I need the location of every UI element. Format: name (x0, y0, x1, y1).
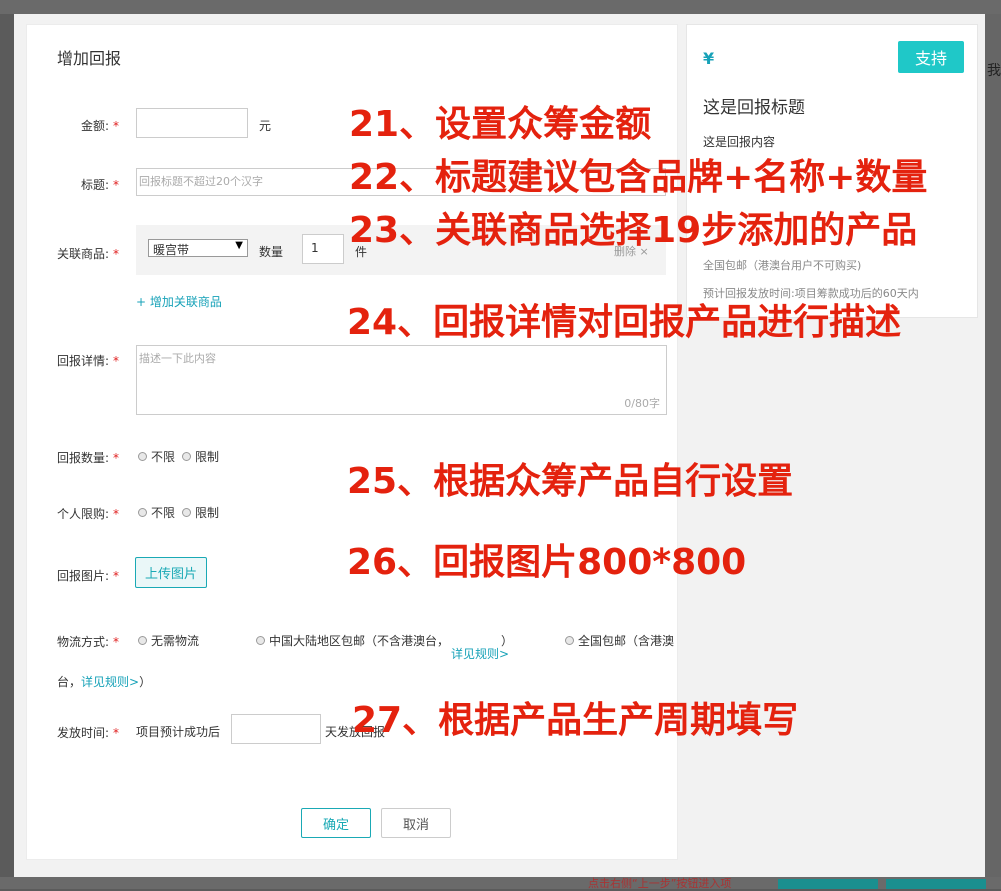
background-prev-button (778, 879, 878, 889)
logistics-nationwide-tail: 台，详见规则>） (57, 675, 152, 689)
logistics-mainland-label: 中国大陆地区包邮（不含港澳台， (269, 634, 450, 648)
logistics-nationwide-radio[interactable] (565, 636, 574, 645)
background-side-text: 我 (987, 63, 1001, 79)
reward-count-options: 不限 限制 (138, 448, 219, 465)
background-next-button (886, 879, 986, 889)
details-label: 回报详情: * (57, 354, 120, 368)
goods-select-value: 暖宫带 (153, 243, 190, 257)
goods-select[interactable]: 暖宫带 ▼ (148, 239, 248, 257)
preview-title: 这是回报标题 (703, 98, 805, 118)
annotation-step-24: 24、回报详情对回报产品进行描述 (347, 302, 902, 343)
annotation-step-22: 22、标题建议包含品牌+名称+数量 (349, 157, 928, 198)
preview-dispatch-time: 预计回报发放时间:项目筹款成功后的60天内 (703, 287, 919, 300)
personal-limit-limited-radio[interactable] (182, 508, 192, 517)
quantity-label: 数量 (259, 245, 284, 259)
logistics-no-shipping-option: 无需物流 (138, 632, 199, 649)
dispatch-days-input[interactable] (231, 714, 321, 744)
reward-count-unlimited-label: 不限 (151, 450, 176, 464)
dispatch-label: 发放时间: * (57, 726, 120, 740)
modal-title: 增加回报 (57, 49, 122, 68)
add-goods-link[interactable]: + 增加关联商品 (136, 293, 222, 310)
details-textarea[interactable]: 描述一下此内容 0/80字 (136, 345, 667, 415)
personal-limit-label: 个人限购: * (57, 507, 120, 521)
personal-limit-unlimited-radio[interactable] (138, 508, 147, 517)
annotation-step-23: 23、关联商品选择19步添加的产品 (349, 210, 918, 251)
logistics-label: 物流方式: * (57, 635, 120, 649)
support-button[interactable]: 支持 (898, 41, 964, 73)
logistics-nationwide-option: 全国包邮（含港澳 (565, 632, 674, 649)
annotation-step-21: 21、设置众筹金额 (349, 104, 652, 145)
preview-content: 这是回报内容 (703, 135, 776, 149)
preview-shipping: 全国包邮（港澳台用户不可购买) (703, 259, 862, 272)
preview-currency: ¥ (703, 49, 715, 68)
image-label: 回报图片: * (57, 569, 120, 583)
cancel-button[interactable]: 取消 (381, 808, 451, 838)
reward-count-unlimited-radio[interactable] (138, 452, 147, 461)
reward-count-label: 回报数量: * (57, 451, 120, 465)
background-right-strip: 我 (985, 14, 1001, 880)
amount-unit: 元 (259, 119, 272, 133)
reward-count-limited-radio[interactable] (182, 452, 192, 461)
logistics-no-shipping-radio[interactable] (138, 636, 147, 645)
annotation-step-25: 25、根据众筹产品自行设置 (347, 461, 794, 502)
background-footer: 点击右侧“上一步”按钮进入项 (0, 877, 1001, 890)
details-placeholder: 描述一下此内容 (139, 352, 216, 365)
amount-input[interactable] (136, 108, 248, 138)
logistics-no-shipping-label: 无需物流 (151, 634, 200, 648)
logistics-nationwide-rules-link[interactable]: 详见规则> (81, 675, 139, 689)
personal-limit-unlimited-label: 不限 (151, 506, 176, 520)
personal-limit-options: 不限 限制 (138, 504, 219, 521)
annotation-step-27: 27、根据产品生产周期填写 (352, 700, 799, 741)
dispatch-prefix: 项目预计成功后 (136, 725, 221, 739)
confirm-button[interactable]: 确定 (301, 808, 371, 838)
quantity-input[interactable]: 1 (302, 234, 344, 264)
amount-label: 金额: * (81, 119, 120, 133)
logistics-mainland-rules-link[interactable]: 详见规则> (451, 645, 509, 662)
goods-label: 关联商品: * (57, 247, 120, 261)
chevron-down-icon: ▼ (235, 240, 243, 251)
personal-limit-limited-label: 限制 (195, 506, 220, 520)
background-header (0, 0, 1001, 14)
upload-image-button[interactable]: 上传图片 (135, 557, 207, 588)
logistics-mainland-radio[interactable] (256, 636, 265, 645)
logistics-nationwide-label: 全国包邮（含港澳 (578, 634, 675, 648)
title-label: 标题: * (81, 178, 120, 192)
details-char-counter: 0/80字 (624, 397, 660, 410)
annotation-step-26: 26、回报图片800*800 (347, 542, 747, 583)
reward-count-limited-label: 限制 (195, 450, 220, 464)
